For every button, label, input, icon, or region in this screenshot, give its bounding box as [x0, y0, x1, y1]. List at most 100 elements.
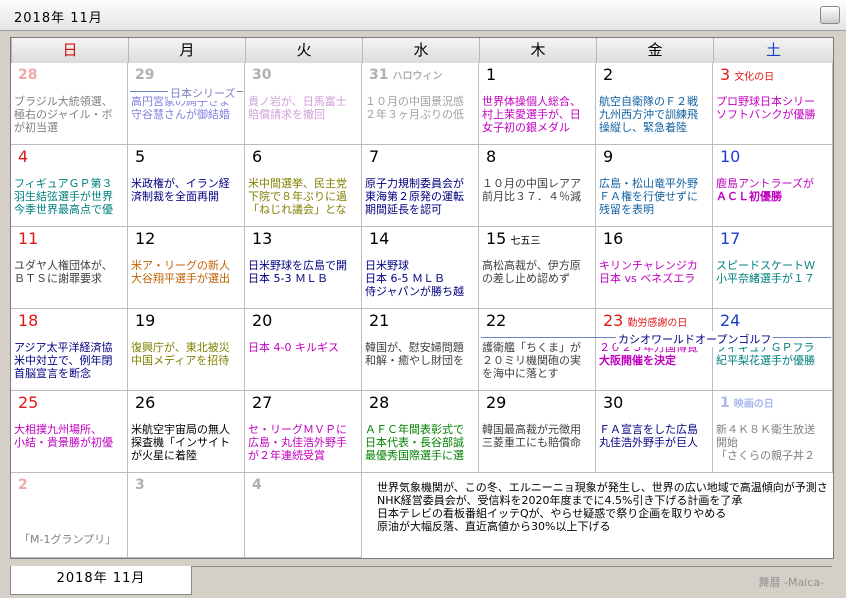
event-text: プロ野球日本シリー [716, 95, 815, 108]
day-cell[interactable]: 7 原子力規制委員会が 東海第２原発の運転 期間延長を認可 [362, 145, 479, 227]
day-number: 3 文化の日 [720, 65, 774, 84]
day-number-text: 7 [369, 147, 380, 166]
day-number: 8 [486, 147, 496, 166]
calendar-window: 2018年 11月 日月火水木金土 28 ブラジル大統領選、 極右のジャイル・ボ が初… [0, 0, 846, 598]
event-text: ソフトバンクが優勝 [716, 108, 816, 121]
day-cell[interactable]: 31 ハロウィン １０月の中国景況感 ２年３ヶ月ぶりの低 [362, 63, 479, 145]
event-text: 高松高裁が、伊方原 [482, 259, 581, 272]
day-cell[interactable]: 14 日米野球 日本 6-5 ＭＬＢ 侍ジャパンが勝ち越 [362, 227, 479, 309]
day-cell[interactable]: 18 アジア太平洋経済協 米中対立で、例年閉 首脳宣言を断念 [11, 309, 128, 391]
event-text: 操縦し、緊急着陸 [599, 121, 687, 134]
day-cell[interactable]: 23 勤労感謝の日 ２０２５年万国博覧 大阪開催を決定 [596, 309, 713, 391]
event-text: 鹿島アントラーズが [716, 177, 815, 190]
day-number: 11 [18, 229, 38, 248]
day-number: 13 [252, 229, 272, 248]
day-number-text: 24 [720, 311, 741, 330]
day-cell[interactable]: 17 スピードスケートＷ 小平奈緒選手が１７ [713, 227, 833, 309]
event-text: 期間延長を認可 [365, 203, 442, 216]
event-text: 九州西方沖で訓練飛 [599, 108, 698, 121]
day-cell[interactable]: 4 フィギュアＧＰ第３ 羽生結弦選手が世界 今季世界最高点で優 [11, 145, 128, 227]
day-number: 4 [252, 477, 262, 493]
weekday-header: 日月火水木金土 [11, 38, 833, 64]
event-text: 「M-1グランプリ」 [19, 533, 117, 546]
day-number: 22 [486, 311, 506, 330]
day-cell[interactable]: 29 高円宮家の絢子さま 守谷慧さんが御結婚 [128, 63, 245, 145]
day-cell[interactable]: 11 ユダヤ人権団体が、 ＢＴＳに謝罪要求 [11, 227, 128, 309]
day-cell[interactable]: 12 米ア・リーグの新人 大谷翔平選手が選出 [128, 227, 245, 309]
event-text: 残留を表明 [599, 203, 654, 216]
day-annotation: 七五三 [510, 236, 541, 247]
event-text: 復興庁が、東北被災 [131, 341, 230, 354]
day-cell[interactable]: 1 映画の日 新４Ｋ８Ｋ衛生放送 開始 「さくらの親子丼２ [713, 391, 833, 473]
day-cell[interactable]: 1 世界体操個人総合、 村上茉愛選手が、日 女子初の銀メダル [479, 63, 596, 145]
day-cell[interactable]: 21 韓国が、慰安婦問題 和解・癒やし財団を [362, 309, 479, 391]
event-text: 広島・丸佳浩外野手 [248, 436, 347, 449]
day-cell[interactable]: 4 [245, 473, 362, 558]
day-annotation: 勤労感謝の日 [627, 318, 688, 329]
day-cell[interactable]: 26 米航空宇宙局の無人 探査機「インサイト が火星に着陸 [128, 391, 245, 473]
app-signature: 舞暦 -Maica- [758, 576, 824, 589]
event-text: 開始 [716, 436, 738, 449]
day-number: 27 [252, 393, 272, 412]
day-cell[interactable]: 27 セ・リーグＭＶＰに 広島・丸佳浩外野手 が２年連続受賞 [245, 391, 362, 473]
day-cell[interactable]: 20 日本 4-0 キルギス [245, 309, 362, 391]
day-cell[interactable]: 9 広島・松山竜平外野 ＦＡ権を行使せずに 残留を表明 [596, 145, 713, 227]
day-cell[interactable]: 29 韓国最高裁が元徴用 三菱重工にも賠償命 [479, 391, 596, 473]
day-number-text: 19 [135, 311, 156, 330]
day-number-text: 6 [252, 147, 263, 166]
day-cell[interactable]: 19 復興庁が、東北被災 中国メディアを招待 [128, 309, 245, 391]
day-number: 14 [369, 229, 389, 248]
day-cell[interactable]: 10 鹿島アントラーズが ＡＣＬ初優勝 [713, 145, 833, 227]
day-number-text: 17 [720, 229, 741, 248]
event-text: 韓国最高裁が元徴用 [482, 423, 581, 436]
day-annotation: ハロウィン [392, 71, 443, 82]
title-bar: 2018年 11月 [0, 0, 846, 31]
day-number-text: 1 [486, 65, 497, 84]
day-number-text: 8 [486, 147, 497, 166]
day-number-text: 27 [252, 393, 273, 412]
event-text: 日米野球 [365, 259, 409, 272]
news-line: 日本テレビの看板番組イッテQが、やらせ疑惑で祭り企画を取りやめる [377, 507, 727, 520]
day-number-text: 26 [135, 393, 156, 412]
day-number: 24 [720, 311, 740, 330]
day-cell[interactable]: 24 フィギュアＧＰフラ 紀平梨花選手が優勝 [713, 309, 833, 391]
window-menu-button[interactable] [820, 6, 840, 24]
day-cell[interactable]: 8 １０月の中国レアア 前月比３７．４％減 [479, 145, 596, 227]
day-cell[interactable]: 16 キリンチャレンジカ 日本 vs ベネズエラ [596, 227, 713, 309]
event-text: 広島・松山竜平外野 [599, 177, 698, 190]
day-cell[interactable]: 22 護衛艦「ちくま」が ２０ミリ機関砲の実 を海中に落とす [479, 309, 596, 391]
day-cell[interactable]: 13 日米野球を広島で開 日本 5-3 ＭＬＢ [245, 227, 362, 309]
event-text: 三菱重工にも賠償命 [482, 436, 581, 449]
day-cell[interactable]: 2 航空自衛隊のＦ２戦 九州西方沖で訓練飛 操縦し、緊急着陸 [596, 63, 713, 145]
day-cell[interactable]: 3 文化の日プロ野球日本シリー ソフトバンクが優勝 [713, 63, 833, 145]
event-text: 「さくらの親子丼２ [716, 449, 815, 462]
event-text: 丸佳浩外野手が巨人 [599, 436, 698, 449]
day-cell[interactable]: 30 貴ノ岩が、日馬富士 賠償請求を撤回 [245, 63, 362, 145]
tab-month[interactable]: 2018年 11月 [10, 566, 192, 595]
event-text: 護衛艦「ちくま」が [482, 341, 581, 354]
day-number-text: 13 [252, 229, 273, 248]
day-cell[interactable]: 30 ＦＡ宣言をした広島 丸佳浩外野手が巨人 [596, 391, 713, 473]
day-number-text: 28 [369, 393, 390, 412]
event-text: 米航空宇宙局の無人 [131, 423, 230, 436]
day-cell[interactable]: 28 ブラジル大統領選、 極右のジャイル・ボ が初当選 [11, 63, 128, 145]
day-number: 19 [135, 311, 155, 330]
day-number-text: 2 [18, 477, 28, 493]
day-cell[interactable]: 5 米政権が、イラン経 済制裁を全面再開 [128, 145, 245, 227]
day-number-text: 22 [486, 311, 507, 330]
event-text: 侍ジャパンが勝ち越 [365, 285, 464, 298]
weekday-label: 日 [11, 38, 128, 63]
day-cell[interactable]: 2 「M-1グランプリ」 [11, 473, 128, 558]
day-cell[interactable]: 25 大相撲九州場所、 小結・貴景勝が初優 [11, 391, 128, 473]
event-text: が２年連続受賞 [248, 449, 325, 462]
day-number: 30 [252, 67, 271, 83]
day-cell[interactable]: 28 ＡＦＣ年間表彰式で 日本代表・長谷部誠 最優秀国際選手に選 [362, 391, 479, 473]
event-text: が火星に着陸 [131, 449, 197, 462]
day-number-text: 11 [18, 229, 39, 248]
event-text: 羽生結弦選手が世界 [14, 190, 113, 203]
event-text: アジア太平洋経済協 [14, 341, 113, 354]
event-text: 原子力規制委員会が [365, 177, 464, 190]
day-cell[interactable]: 15 七五三 高松高裁が、伊方原 の差し止め認めず [479, 227, 596, 309]
day-cell[interactable]: 6 米中間選挙、民主党 下院で８年ぶりに過 「ねじれ議会」とな [245, 145, 362, 227]
day-cell[interactable]: 3 [128, 473, 245, 558]
